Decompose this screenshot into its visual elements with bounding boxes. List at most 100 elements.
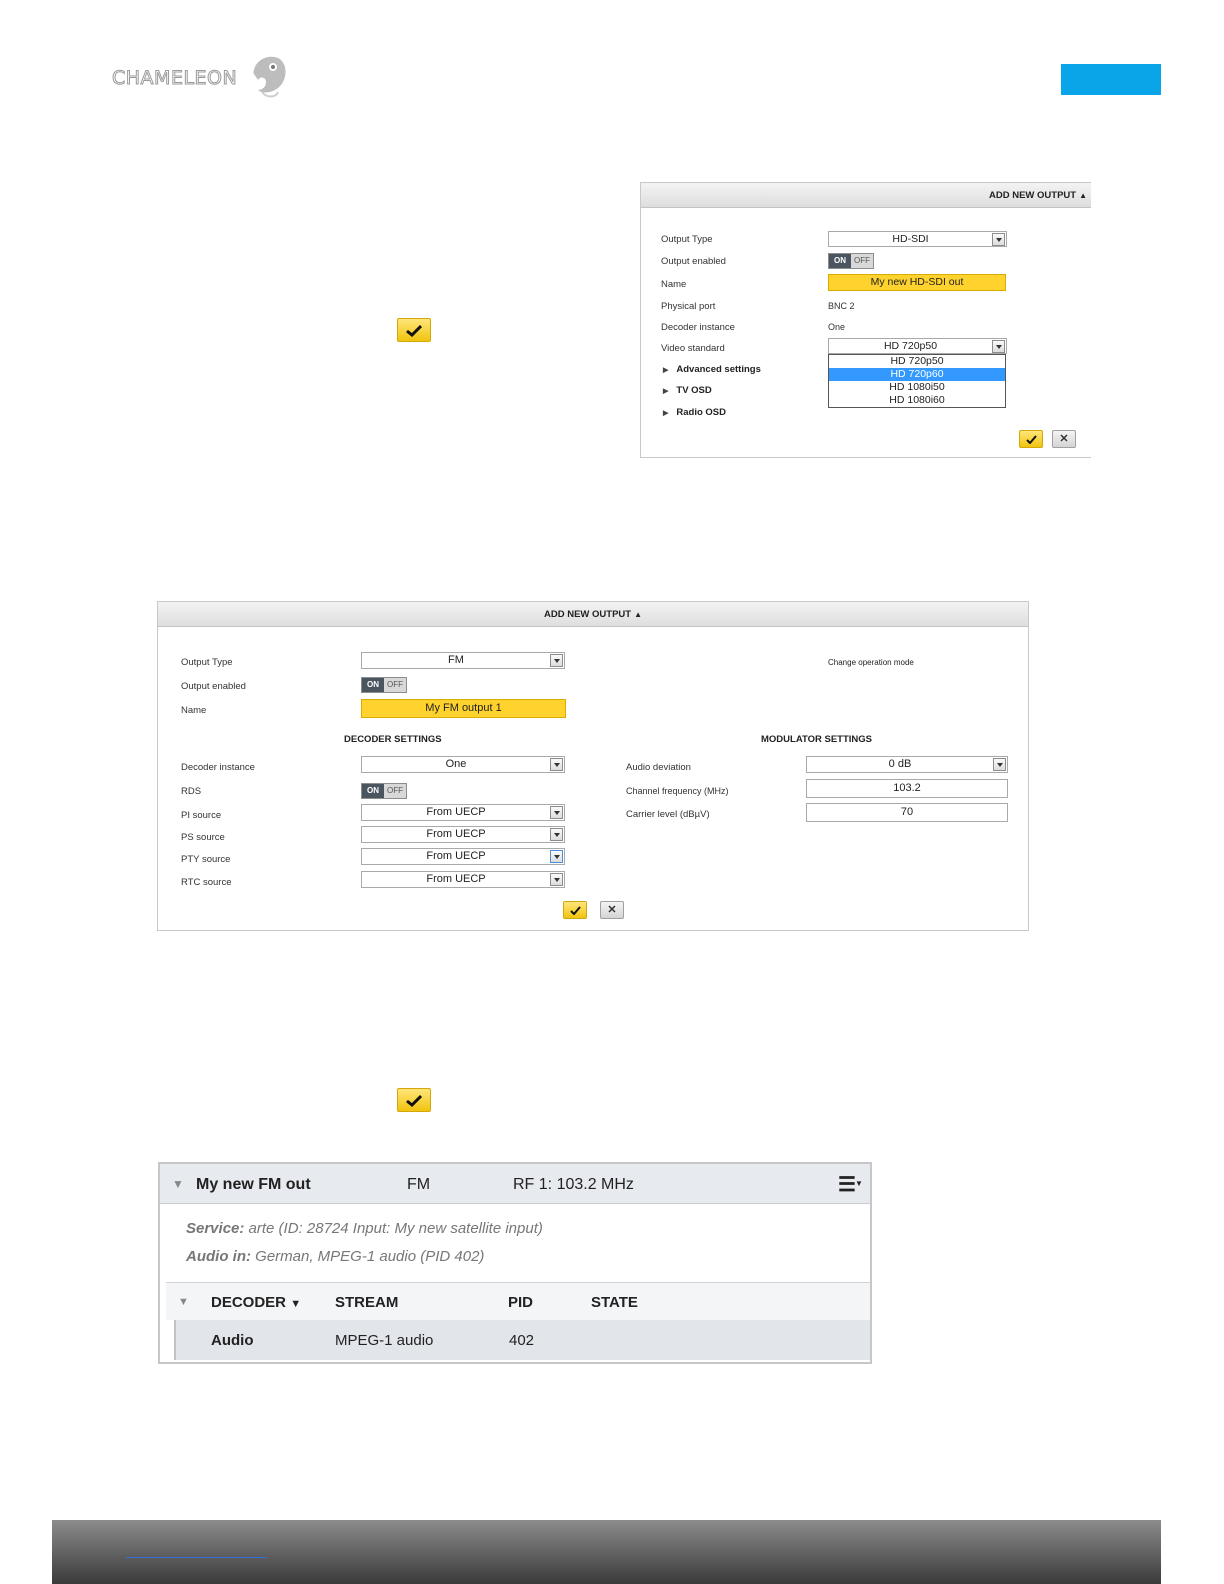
output-enabled-toggle[interactable]: ON OFF bbox=[361, 677, 407, 693]
output-type-select[interactable]: HD-SDI bbox=[828, 231, 1007, 247]
decoder-instance-value: One bbox=[828, 322, 846, 332]
rds-toggle[interactable]: ON OFF bbox=[361, 783, 407, 799]
rtc-source-label: RTC source bbox=[181, 877, 232, 888]
confirm-button[interactable] bbox=[563, 901, 587, 919]
physical-port-value: BNC 2 bbox=[828, 301, 855, 311]
footer-link-underline[interactable] bbox=[126, 1557, 267, 1558]
cancel-button[interactable]: ✕ bbox=[600, 901, 624, 919]
carrier-level-input[interactable]: 70 bbox=[806, 803, 1008, 822]
column-stream: STREAM bbox=[335, 1294, 399, 1311]
check-icon bbox=[397, 318, 431, 342]
chameleon-logo: CHAMELEON bbox=[111, 54, 292, 100]
change-operation-mode-link[interactable]: Change operation mode bbox=[828, 658, 914, 667]
check-icon bbox=[1025, 434, 1037, 444]
option-1080i60[interactable]: HD 1080i60 bbox=[829, 394, 1005, 407]
confirm-button[interactable] bbox=[1019, 430, 1043, 448]
table-row[interactable]: Audio MPEG-1 audio 402 bbox=[174, 1320, 870, 1360]
panel-header[interactable]: ADD NEW OUTPUT ▲ bbox=[158, 602, 1028, 627]
pi-source-label: PI source bbox=[181, 810, 222, 821]
dropdown-arrow-icon bbox=[550, 806, 563, 819]
output-rf: RF 1: 103.2 MHz bbox=[513, 1176, 634, 1193]
option-720p50[interactable]: HD 720p50 bbox=[829, 355, 1005, 368]
dropdown-arrow-icon bbox=[992, 233, 1005, 246]
ps-source-label: PS source bbox=[181, 832, 225, 843]
ps-source-select[interactable]: From UECP bbox=[361, 826, 565, 843]
physical-port-label: Physical port bbox=[661, 301, 716, 312]
dropdown-arrow-icon bbox=[992, 340, 1005, 353]
decoder-table-header: ▼ DECODER ▼ STREAM PID STATE bbox=[166, 1282, 870, 1320]
output-card-header[interactable]: ▼ My new FM out FM RF 1: 103.2 MHz ☰ ▼ bbox=[160, 1164, 870, 1204]
output-name: My new FM out bbox=[196, 1176, 311, 1193]
row-decoder: Audio bbox=[211, 1332, 254, 1349]
decoder-instance-label: Decoder instance bbox=[661, 322, 735, 333]
option-1080i50[interactable]: HD 1080i50 bbox=[829, 381, 1005, 394]
output-type: FM bbox=[407, 1176, 431, 1193]
output-type-label: Output Type bbox=[661, 234, 713, 245]
dropdown-arrow-icon bbox=[550, 654, 563, 667]
audio-deviation-label: Audio deviation bbox=[626, 762, 691, 773]
audio-in-info: Audio in: German, MPEG-1 audio (PID 402) bbox=[186, 1248, 485, 1265]
channel-frequency-input[interactable]: 103.2 bbox=[806, 779, 1008, 798]
check-icon bbox=[569, 905, 581, 915]
advanced-settings-expander[interactable]: ▶ Advanced settings bbox=[663, 364, 761, 375]
add-output-panel-fm: ADD NEW OUTPUT ▲ Output Type FM Change o… bbox=[157, 601, 1029, 931]
collapse-up-icon: ▲ bbox=[1079, 190, 1087, 200]
add-output-panel-hd: ADD NEW OUTPUT ▲ Output Type HD-SDI Outp… bbox=[640, 182, 1091, 458]
decoder-settings-title: DECODER SETTINGS bbox=[344, 734, 442, 745]
radio-osd-expander[interactable]: ▶ Radio OSD bbox=[663, 407, 726, 418]
pi-source-select[interactable]: From UECP bbox=[361, 804, 565, 821]
logo-text: CHAMELEON bbox=[111, 67, 238, 90]
panel-title: ADD NEW OUTPUT bbox=[544, 608, 632, 620]
collapse-down-icon[interactable]: ▼ bbox=[172, 1177, 184, 1191]
carrier-level-label: Carrier level (dBµV) bbox=[626, 809, 710, 820]
dropdown-arrow-icon bbox=[550, 873, 563, 886]
dropdown-arrow-icon bbox=[550, 850, 563, 863]
dropdown-arrow-icon bbox=[550, 758, 563, 771]
video-standard-label: Video standard bbox=[661, 343, 725, 354]
menu-icon[interactable]: ☰ bbox=[838, 1172, 856, 1197]
panel-title: ADD NEW OUTPUT bbox=[989, 189, 1077, 201]
column-state: STATE bbox=[591, 1294, 638, 1311]
name-input[interactable]: My FM output 1 bbox=[361, 699, 566, 718]
modulator-settings-title: MODULATOR SETTINGS bbox=[761, 734, 873, 745]
output-card: ▼ My new FM out FM RF 1: 103.2 MHz ☰ ▼ S… bbox=[158, 1162, 872, 1364]
rds-label: RDS bbox=[181, 786, 202, 797]
chevron-down-icon[interactable]: ▼ bbox=[855, 1179, 863, 1188]
row-stream: MPEG-1 audio bbox=[335, 1332, 434, 1349]
service-info: Service: arte (ID: 28724 Input: My new s… bbox=[186, 1220, 543, 1237]
output-enabled-label: Output enabled bbox=[181, 681, 246, 692]
expand-right-icon: ▶ bbox=[663, 388, 669, 395]
collapse-down-icon[interactable]: ▼ bbox=[178, 1296, 189, 1308]
collapse-up-icon: ▲ bbox=[634, 609, 642, 619]
output-enabled-toggle[interactable]: ON OFF bbox=[828, 253, 874, 269]
channel-frequency-label: Channel frequency (MHz) bbox=[626, 786, 729, 796]
output-type-select[interactable]: FM bbox=[361, 652, 565, 669]
rtc-source-select[interactable]: From UECP bbox=[361, 871, 565, 888]
row-pid: 402 bbox=[509, 1332, 535, 1349]
decoder-instance-label: Decoder instance bbox=[181, 762, 255, 773]
page-footer bbox=[52, 1520, 1161, 1584]
sort-down-icon: ▼ bbox=[290, 1298, 302, 1310]
cancel-button[interactable]: ✕ bbox=[1052, 430, 1076, 448]
name-input[interactable]: My new HD-SDI out bbox=[828, 274, 1006, 291]
header-accent-tab bbox=[1061, 64, 1161, 95]
check-icon bbox=[397, 1088, 431, 1112]
name-label: Name bbox=[181, 705, 207, 716]
decoder-instance-select[interactable]: One bbox=[361, 756, 565, 773]
expand-right-icon: ▶ bbox=[663, 367, 669, 374]
panel-header[interactable]: ADD NEW OUTPUT ▲ bbox=[641, 183, 1091, 208]
name-label: Name bbox=[661, 279, 687, 290]
output-enabled-label: Output enabled bbox=[661, 256, 726, 267]
expand-right-icon: ▶ bbox=[663, 410, 669, 417]
pty-source-label: PTY source bbox=[181, 854, 231, 865]
column-decoder[interactable]: DECODER ▼ bbox=[211, 1294, 301, 1311]
dropdown-arrow-icon bbox=[550, 828, 563, 841]
audio-deviation-select[interactable]: 0 dB bbox=[806, 756, 1008, 773]
chameleon-icon bbox=[253, 56, 286, 98]
video-standard-select[interactable]: HD 720p50 bbox=[828, 338, 1007, 354]
output-type-label: Output Type bbox=[181, 657, 233, 668]
tv-osd-expander[interactable]: ▶ TV OSD bbox=[663, 385, 712, 396]
option-720p60[interactable]: HD 720p60 bbox=[829, 368, 1005, 381]
column-pid: PID bbox=[508, 1294, 534, 1311]
pty-source-select[interactable]: From UECP bbox=[361, 848, 565, 865]
